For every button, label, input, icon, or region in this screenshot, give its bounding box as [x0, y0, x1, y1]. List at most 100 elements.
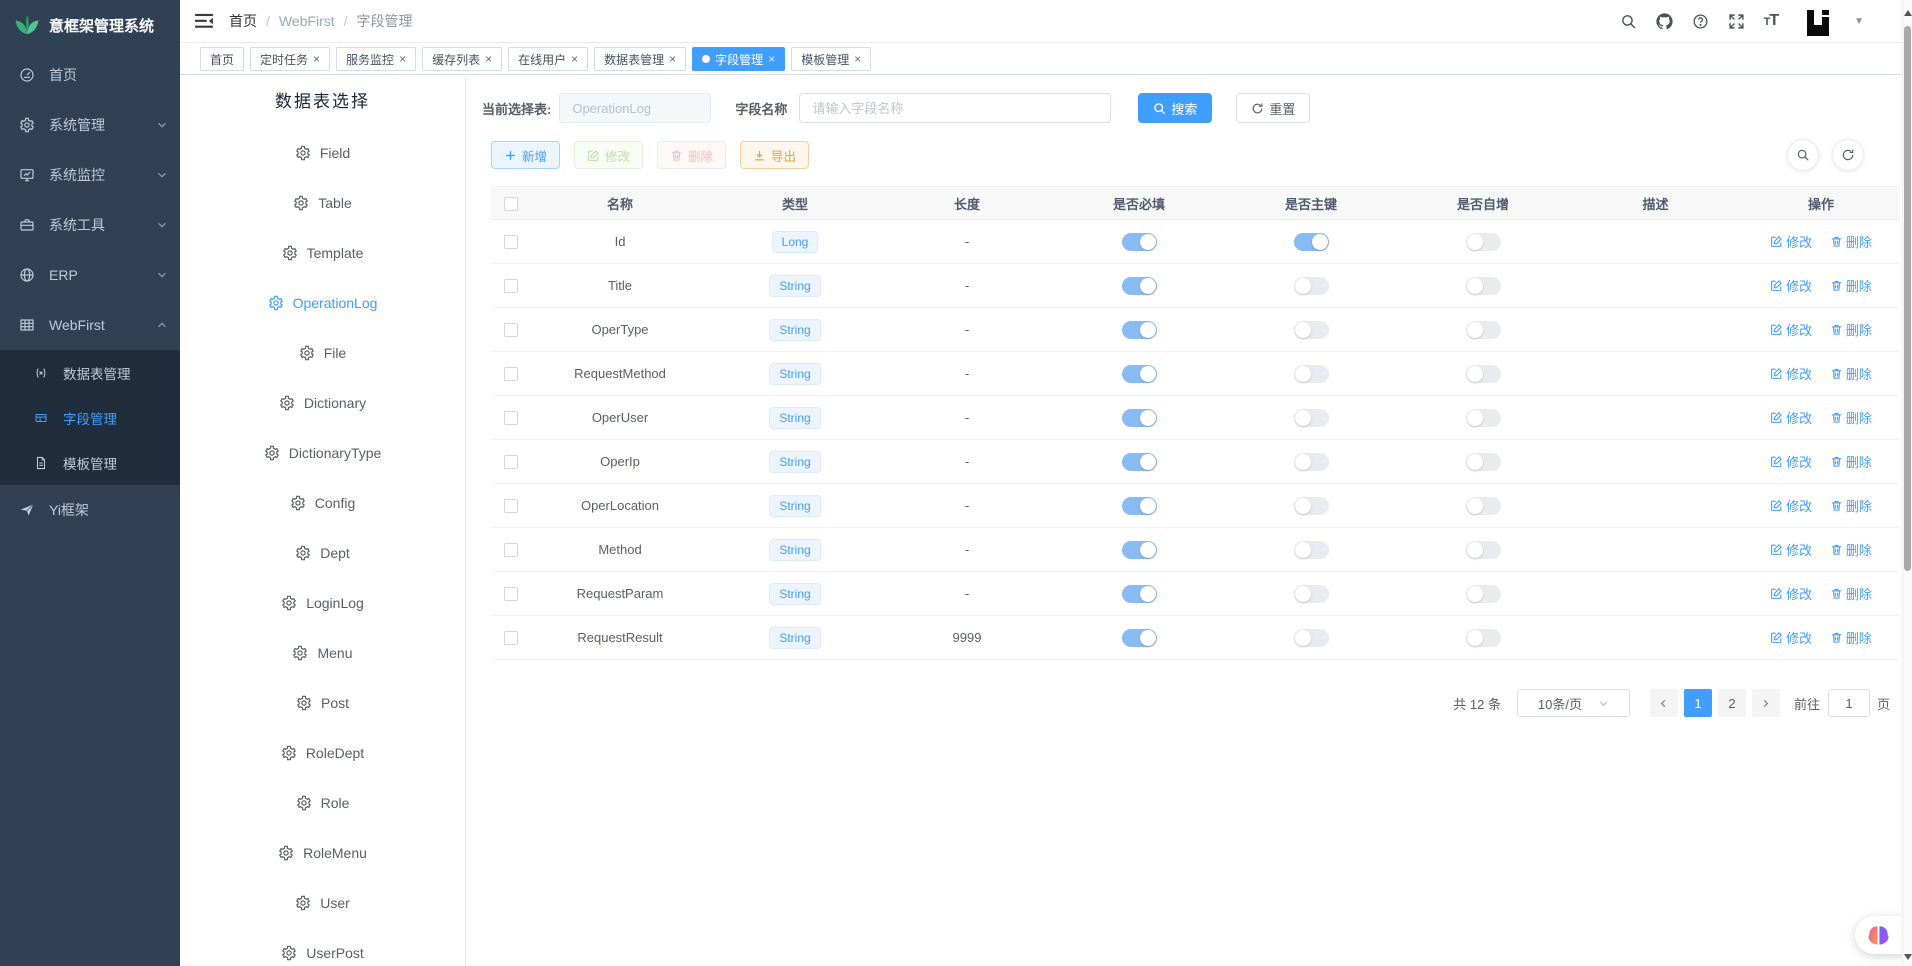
- column-search-button[interactable]: [1787, 139, 1819, 171]
- tree-item-rolemenu[interactable]: RoleMenu: [180, 828, 465, 878]
- font-size-icon[interactable]: TT: [1764, 12, 1779, 30]
- sidebar-item-table-mgmt[interactable]: 数据表管理: [0, 350, 180, 395]
- row-checkbox[interactable]: [504, 323, 518, 337]
- chevron-down-icon[interactable]: ▼: [1854, 16, 1864, 27]
- row-checkbox[interactable]: [504, 279, 518, 293]
- select-all-checkbox[interactable]: [504, 197, 518, 211]
- close-icon[interactable]: ×: [485, 53, 492, 65]
- vertical-scrollbar[interactable]: [1902, 0, 1912, 966]
- page-size-select[interactable]: 10条/页: [1517, 689, 1630, 717]
- next-page-button[interactable]: [1752, 689, 1780, 717]
- row-checkbox[interactable]: [504, 587, 518, 601]
- tab-field-mgmt[interactable]: 字段管理 ×: [692, 47, 785, 71]
- edit-row-link[interactable]: 修改: [1770, 584, 1812, 603]
- avatar-logo[interactable]: [1803, 6, 1833, 36]
- tree-item-dictionary[interactable]: Dictionary: [180, 378, 465, 428]
- edit-row-link[interactable]: 修改: [1770, 496, 1812, 515]
- edit-row-link[interactable]: 修改: [1770, 364, 1812, 383]
- required-toggle[interactable]: [1122, 409, 1157, 427]
- tree-item-roledept[interactable]: RoleDept: [180, 728, 465, 778]
- auto-increment-toggle[interactable]: [1466, 497, 1501, 515]
- tree-item-role[interactable]: Role: [180, 778, 465, 828]
- edit-row-link[interactable]: 修改: [1770, 320, 1812, 339]
- scroll-up-arrow[interactable]: [1904, 10, 1912, 16]
- help-icon[interactable]: [1692, 13, 1709, 30]
- auto-increment-toggle[interactable]: [1466, 629, 1501, 647]
- primary-key-toggle[interactable]: [1294, 497, 1329, 515]
- tree-item-template[interactable]: Template: [180, 228, 465, 278]
- row-checkbox[interactable]: [504, 235, 518, 249]
- export-button[interactable]: 导出: [740, 141, 809, 169]
- row-checkbox[interactable]: [504, 411, 518, 425]
- row-checkbox[interactable]: [504, 455, 518, 469]
- auto-increment-toggle[interactable]: [1466, 321, 1501, 339]
- add-button[interactable]: 新增: [491, 141, 560, 169]
- tree-item-table[interactable]: Table: [180, 178, 465, 228]
- close-icon[interactable]: ×: [571, 53, 578, 65]
- row-checkbox[interactable]: [504, 367, 518, 381]
- delete-row-link[interactable]: 删除: [1830, 452, 1872, 471]
- reset-button[interactable]: 重置: [1236, 93, 1310, 123]
- sidebar-item-webfirst[interactable]: WebFirst: [0, 300, 180, 350]
- required-toggle[interactable]: [1122, 365, 1157, 383]
- page-button-2[interactable]: 2: [1718, 689, 1746, 717]
- row-checkbox[interactable]: [504, 499, 518, 513]
- required-toggle[interactable]: [1122, 629, 1157, 647]
- required-toggle[interactable]: [1122, 277, 1157, 295]
- delete-row-link[interactable]: 删除: [1830, 276, 1872, 295]
- sidebar-item-field-mgmt[interactable]: 字段管理: [0, 395, 180, 440]
- edit-row-link[interactable]: 修改: [1770, 232, 1812, 251]
- delete-row-link[interactable]: 删除: [1830, 364, 1872, 383]
- tree-item-dictionarytype[interactable]: DictionaryType: [180, 428, 465, 478]
- auto-increment-toggle[interactable]: [1466, 585, 1501, 603]
- tab-table-mgmt[interactable]: 数据表管理 ×: [594, 47, 686, 71]
- close-icon[interactable]: ×: [768, 53, 775, 65]
- sidebar-item-home[interactable]: 首页: [0, 50, 180, 100]
- tab-home[interactable]: 首页: [200, 47, 244, 71]
- sidebar-item-system-admin[interactable]: 系统管理: [0, 100, 180, 150]
- delete-row-link[interactable]: 删除: [1830, 584, 1872, 603]
- required-toggle[interactable]: [1122, 453, 1157, 471]
- close-icon[interactable]: ×: [669, 53, 676, 65]
- tree-item-config[interactable]: Config: [180, 478, 465, 528]
- primary-key-toggle[interactable]: [1294, 277, 1329, 295]
- delete-row-link[interactable]: 删除: [1830, 408, 1872, 427]
- required-toggle[interactable]: [1122, 497, 1157, 515]
- delete-row-link[interactable]: 删除: [1830, 628, 1872, 647]
- delete-row-link[interactable]: 删除: [1830, 232, 1872, 251]
- github-icon[interactable]: [1656, 13, 1673, 30]
- tree-item-userpost[interactable]: UserPost: [180, 928, 465, 966]
- hamburger-icon[interactable]: [195, 13, 213, 29]
- tab-online-users[interactable]: 在线用户 ×: [508, 47, 588, 71]
- required-toggle[interactable]: [1122, 233, 1157, 251]
- primary-key-toggle[interactable]: [1294, 233, 1329, 251]
- fullscreen-icon[interactable]: [1728, 13, 1745, 30]
- edit-row-link[interactable]: 修改: [1770, 276, 1812, 295]
- close-icon[interactable]: ×: [399, 53, 406, 65]
- tree-item-operationlog[interactable]: OperationLog: [180, 278, 465, 328]
- sidebar-item-system-tools[interactable]: 系统工具: [0, 200, 180, 250]
- row-checkbox[interactable]: [504, 631, 518, 645]
- goto-page-input[interactable]: [1828, 689, 1870, 717]
- auto-increment-toggle[interactable]: [1466, 233, 1501, 251]
- sidebar-item-system-monitor[interactable]: 系统监控: [0, 150, 180, 200]
- delete-row-link[interactable]: 删除: [1830, 496, 1872, 515]
- tree-item-dept[interactable]: Dept: [180, 528, 465, 578]
- tab-cron[interactable]: 定时任务 ×: [250, 47, 330, 71]
- row-checkbox[interactable]: [504, 543, 518, 557]
- tree-item-file[interactable]: File: [180, 328, 465, 378]
- required-toggle[interactable]: [1122, 541, 1157, 559]
- required-toggle[interactable]: [1122, 321, 1157, 339]
- search-button[interactable]: 搜索: [1138, 93, 1212, 123]
- tree-item-user[interactable]: User: [180, 878, 465, 928]
- sidebar-item-yi-framework[interactable]: Yi框架: [0, 485, 180, 535]
- refresh-table-button[interactable]: [1832, 139, 1864, 171]
- tree-item-field[interactable]: Field: [180, 128, 465, 178]
- delete-row-link[interactable]: 删除: [1830, 320, 1872, 339]
- breadcrumb-home[interactable]: 首页: [229, 11, 257, 31]
- auto-increment-toggle[interactable]: [1466, 453, 1501, 471]
- scroll-down-arrow[interactable]: [1904, 954, 1912, 960]
- auto-increment-toggle[interactable]: [1466, 541, 1501, 559]
- primary-key-toggle[interactable]: [1294, 409, 1329, 427]
- auto-increment-toggle[interactable]: [1466, 277, 1501, 295]
